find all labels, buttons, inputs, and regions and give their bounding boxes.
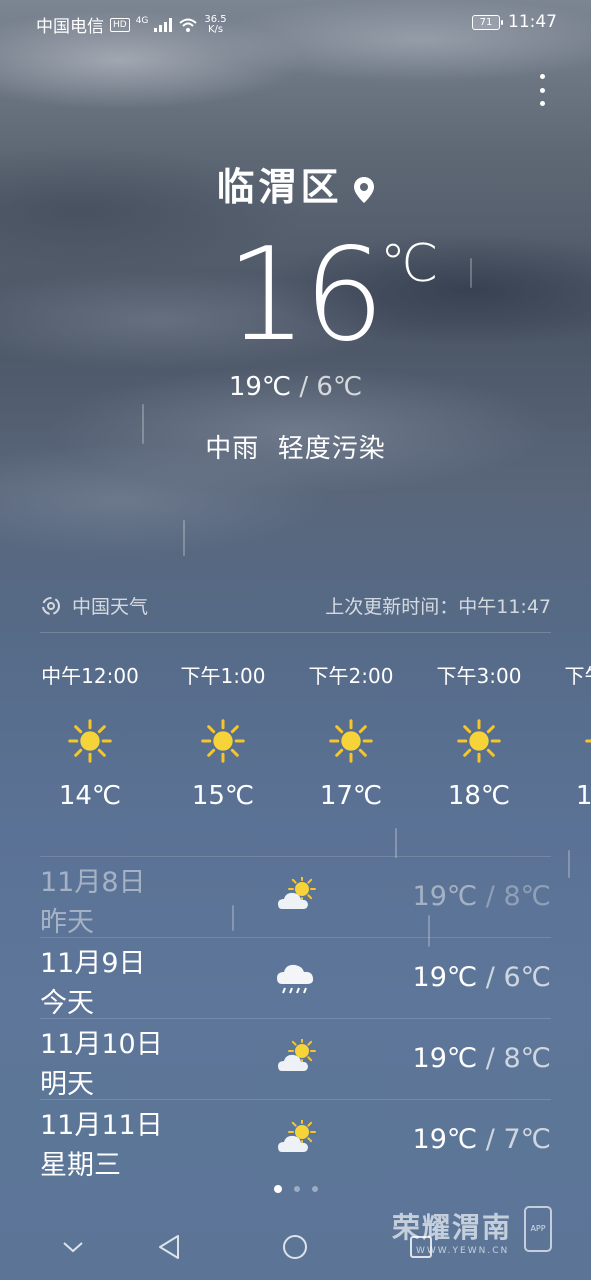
- hourly-forecast[interactable]: 中午12:00 14℃ 下午1:00 15℃ 下午2:00 17℃ 下午3:00…: [0, 660, 591, 840]
- location-pin-icon: [353, 176, 374, 203]
- rain-streak: [183, 520, 185, 556]
- day-date: 11月9日: [40, 948, 146, 979]
- partly-cloudy-icon: [276, 1118, 320, 1164]
- source-row: 中国天气 上次更新时间：中午11:47: [40, 590, 551, 633]
- rain-streak: [470, 258, 472, 288]
- sun-icon: [159, 719, 287, 763]
- hourly-item: 下午3:00 18℃: [415, 660, 543, 811]
- daily-row[interactable]: 11月8日 昨天 19℃ / 8℃: [40, 856, 551, 938]
- temp-unit: ℃: [380, 234, 439, 294]
- day-low: 8℃: [503, 1043, 551, 1074]
- day-date-block: 11月11日 星期三: [40, 1106, 163, 1186]
- range-separator: /: [291, 372, 317, 402]
- day-date: 11月11日: [40, 1110, 163, 1141]
- daily-row[interactable]: 11月9日 今天 19℃ / 6℃: [40, 937, 551, 1019]
- battery-icon: 71: [472, 14, 503, 30]
- day-high: 19℃: [412, 1043, 478, 1074]
- day-low: 8℃: [503, 881, 551, 912]
- rain-cloud-icon: [276, 958, 320, 1002]
- daily-row[interactable]: 11月10日 明天 19℃ / 8℃: [40, 1018, 551, 1100]
- hour-time: 下午2:00: [308, 664, 394, 688]
- last-updated: 上次更新时间：中午11:47: [325, 596, 551, 618]
- temp-range: 19℃ / 6℃: [0, 372, 591, 402]
- condition-row: 中雨 轻度污染: [0, 428, 591, 465]
- network-type: 4G: [135, 15, 149, 26]
- daily-row[interactable]: 11月11日 星期三 19℃ / 7℃: [40, 1099, 551, 1181]
- sun-icon: [26, 719, 154, 763]
- day-high: 19℃: [412, 1124, 478, 1155]
- day-date-block: 11月8日 昨天: [40, 863, 146, 943]
- hourly-item: 中午12:00 14℃: [26, 660, 154, 811]
- hour-temp: 19℃: [575, 781, 591, 811]
- wifi-icon: [179, 18, 198, 32]
- page-dot: [293, 1186, 300, 1192]
- air-quality[interactable]: 轻度污染: [278, 434, 386, 464]
- status-bar: 中国电信 HD 4G 36.5 K/s 71 11:47: [0, 0, 591, 44]
- day-date: 11月8日: [40, 867, 146, 898]
- current-temperature: 16 ℃: [226, 226, 466, 366]
- source-name: 中国天气: [72, 596, 149, 618]
- recents-icon[interactable]: [408, 1234, 434, 1260]
- high-temp: 19℃: [228, 372, 292, 402]
- hour-temp: 18℃: [447, 781, 511, 811]
- weather-condition: 中雨: [205, 434, 260, 464]
- signal-icon: [154, 17, 173, 32]
- day-high: 19℃: [412, 962, 478, 993]
- more-options-button[interactable]: [537, 74, 547, 106]
- day-date-block: 11月9日 今天: [40, 944, 146, 1024]
- page-dot: [311, 1186, 318, 1192]
- sun-icon: [415, 719, 543, 763]
- day-low: 7℃: [503, 1124, 551, 1155]
- hour-temp: 17℃: [319, 781, 383, 811]
- daily-forecast: 11月8日 昨天 19℃ / 8℃ 11月9日 今天 19℃ / 6℃ 11月1…: [40, 856, 551, 1181]
- hide-keyboard-chevron-icon[interactable]: [62, 1240, 84, 1254]
- day-temp-range: 19℃ / 7℃: [412, 1124, 551, 1155]
- sun-icon: [287, 719, 415, 763]
- day-temp-range: 19℃ / 8℃: [412, 881, 551, 912]
- network-speed: 36.5 K/s: [204, 14, 226, 35]
- back-icon[interactable]: [156, 1234, 182, 1260]
- navigation-bar: [0, 1222, 591, 1280]
- page-dot-active: [273, 1185, 282, 1193]
- day-low: 6℃: [503, 962, 551, 993]
- page-indicator: [0, 1185, 591, 1193]
- source-link[interactable]: 中国天气: [40, 592, 148, 619]
- hour-time: 下午4:00: [564, 664, 591, 688]
- day-label: 星期三: [40, 1150, 121, 1181]
- low-temp: 6℃: [316, 372, 363, 402]
- partly-cloudy-icon: [276, 1037, 320, 1083]
- city-name: 临渭区: [216, 165, 343, 209]
- hourly-item: 下午1:00 15℃: [159, 660, 287, 811]
- hourly-item: 下午4:00 19℃: [543, 660, 591, 811]
- speed-unit: K/s: [207, 23, 224, 35]
- hour-time: 下午3:00: [436, 664, 522, 688]
- clock: 11:47: [508, 12, 557, 32]
- partly-cloudy-icon: [276, 875, 320, 921]
- china-weather-logo-icon: [42, 596, 60, 615]
- day-high: 19℃: [412, 881, 478, 912]
- hour-temp: 14℃: [58, 781, 122, 811]
- day-date-block: 11月10日 明天: [40, 1025, 163, 1105]
- city-title[interactable]: 临渭区: [0, 156, 591, 211]
- sun-icon: [543, 719, 591, 763]
- hour-time: 中午12:00: [41, 664, 139, 688]
- hd-badge: HD: [110, 17, 130, 32]
- rain-streak: [568, 850, 570, 878]
- day-date: 11月10日: [40, 1029, 163, 1060]
- hour-temp: 15℃: [191, 781, 255, 811]
- hourly-item: 下午2:00 17℃: [287, 660, 415, 811]
- day-temp-range: 19℃ / 6℃: [412, 962, 551, 993]
- day-temp-range: 19℃ / 8℃: [412, 1043, 551, 1074]
- carrier-label: 中国电信: [36, 17, 104, 37]
- hour-time: 下午1:00: [180, 664, 266, 688]
- home-icon[interactable]: [282, 1234, 308, 1260]
